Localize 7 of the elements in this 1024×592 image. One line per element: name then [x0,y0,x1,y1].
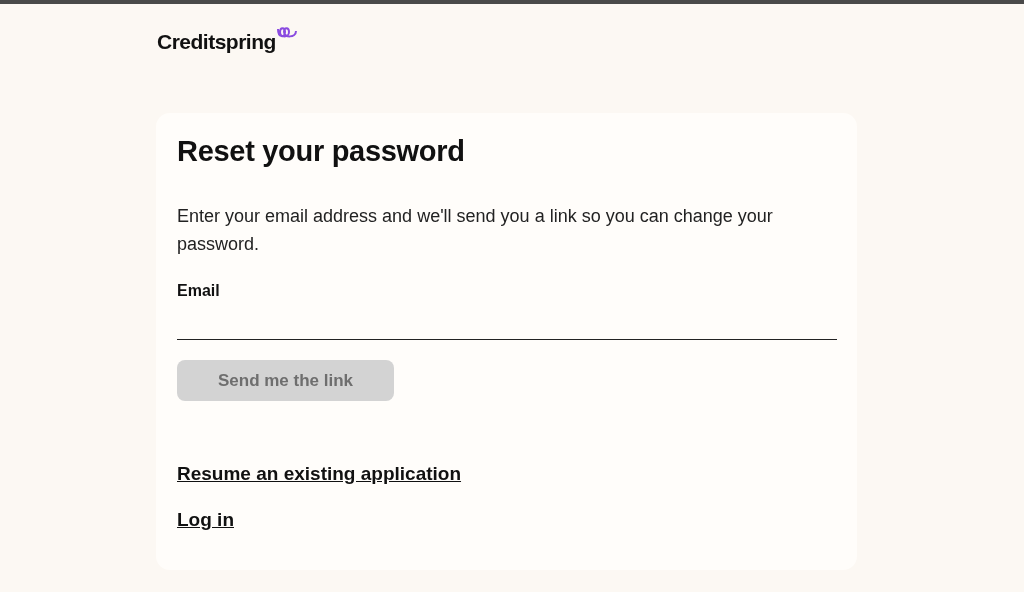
logo-wordmark: Creditspring [157,30,276,54]
instructions-text: Enter your email address and we'll send you a link so you can change your password. [177,205,774,256]
text-link[interactable]: Log in [177,509,234,531]
text-link[interactable]: Resume an existing application [177,463,462,485]
loop-icon [275,26,298,40]
page-title: Reset your password [177,135,466,168]
email-label: Email [177,282,221,300]
